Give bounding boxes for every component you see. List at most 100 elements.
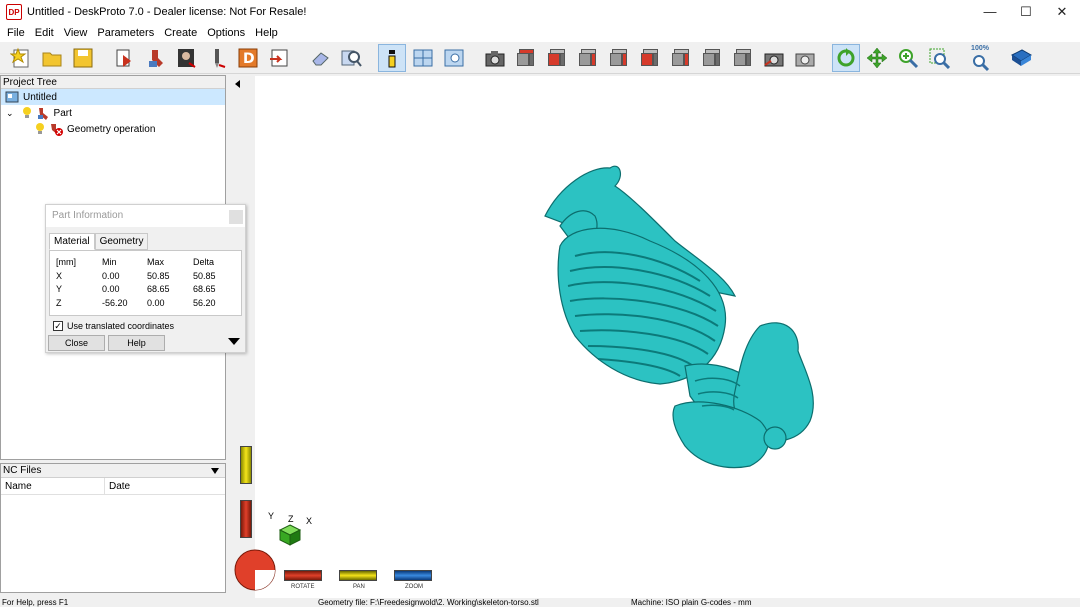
pan-mode-button[interactable] [863, 44, 891, 72]
zoom-fit-icon [973, 54, 990, 71]
dialog-close-box[interactable] [229, 210, 243, 224]
tree-item-part[interactable]: ⌄ Part [1, 105, 225, 121]
view-back-button[interactable] [636, 44, 664, 72]
rotate-gauge[interactable] [284, 570, 322, 581]
menu-parameters[interactable]: Parameters [92, 27, 159, 39]
menu-edit[interactable]: Edit [30, 27, 59, 39]
rotate-mode-button[interactable] [832, 43, 860, 72]
zoom-window-button[interactable] [925, 44, 953, 72]
header-delta: Delta [193, 257, 215, 267]
layout-button[interactable] [409, 44, 437, 72]
export-button[interactable] [265, 44, 293, 72]
table-row: X 0.00 50.85 50.85 [50, 271, 241, 285]
menu-options[interactable]: Options [202, 27, 250, 39]
view-right-button[interactable] [574, 44, 602, 72]
tool-button[interactable] [203, 44, 231, 72]
cube-front-view-icon [548, 48, 566, 67]
camera-restore-button[interactable] [760, 44, 788, 72]
close-button[interactable]: Close [48, 335, 105, 351]
tree-item-project[interactable]: Untitled [1, 89, 225, 105]
help-book-button[interactable] [1007, 44, 1035, 72]
cube-iso-alt-view-icon [734, 48, 752, 67]
zoom-gauge[interactable] [394, 570, 432, 581]
help-book-icon [1011, 48, 1032, 66]
camera-restore-icon [764, 53, 784, 66]
zoom-in-icon [899, 48, 919, 68]
expand-chevron-icon[interactable]: ⌄ [6, 108, 14, 119]
tab-geometry[interactable]: Geometry [94, 233, 149, 250]
tool-icon [215, 48, 226, 68]
drawing-button[interactable]: D [234, 44, 262, 72]
zoom-100-button[interactable]: 100% [966, 44, 994, 72]
camera-save-icon [795, 53, 815, 66]
eraser-icon [312, 51, 329, 65]
translated-coords-checkbox[interactable]: ✓ [53, 321, 63, 331]
zoom-window-icon [929, 48, 950, 69]
dialog-title-bar[interactable]: Part Information [46, 205, 245, 227]
pan-arrows-icon [866, 47, 888, 68]
lightbulb-icon[interactable] [22, 107, 32, 119]
tree-item-geometry-operation[interactable]: Geometry operation [1, 121, 225, 137]
cube-top-view-icon [517, 48, 535, 67]
column-header-name[interactable]: Name [1, 478, 105, 494]
view-iso3-button[interactable] [729, 44, 757, 72]
save-project-button[interactable] [69, 44, 97, 72]
help-button[interactable]: Help [108, 335, 165, 351]
operation-error-icon [51, 124, 63, 136]
snapshot-button[interactable] [481, 44, 509, 72]
cube-right-view-icon [579, 48, 597, 67]
view-iso2-button[interactable] [698, 44, 726, 72]
zoom-mode-button[interactable] [894, 44, 922, 72]
part-parameters-button[interactable] [141, 44, 169, 72]
view-front-button[interactable] [543, 44, 571, 72]
preview-button[interactable] [440, 44, 468, 72]
tree-item-label: Part [53, 107, 72, 119]
part-info-button[interactable] [378, 43, 406, 72]
header-max: Max [147, 257, 165, 267]
cube-left-view-icon [610, 48, 628, 67]
view-iso-button[interactable] [512, 44, 540, 72]
part-information-dialog: Part Information Material Geometry [mm] … [45, 204, 246, 353]
menu-file[interactable]: File [2, 27, 30, 39]
dialog-tabs: Material Geometry [46, 227, 245, 250]
rotate-dial-icon[interactable] [233, 548, 277, 592]
menu-help[interactable]: Help [250, 27, 283, 39]
camera-icon [485, 50, 505, 66]
vertical-rotate-gauge[interactable] [240, 500, 252, 538]
menu-view[interactable]: View [59, 27, 93, 39]
project-tree-header: Project Tree [1, 76, 225, 89]
view-bottom-button[interactable] [667, 44, 695, 72]
dropdown-arrow-icon[interactable] [211, 468, 219, 474]
vertical-zoom-gauge[interactable] [240, 446, 252, 484]
column-header-date[interactable]: Date [105, 478, 225, 494]
view-left-button[interactable] [605, 44, 633, 72]
open-project-button[interactable] [38, 44, 66, 72]
minimize-button[interactable]: — [972, 0, 1008, 24]
pan-gauge[interactable] [339, 570, 377, 581]
new-project-button[interactable] [7, 44, 35, 72]
translated-coords-option[interactable]: ✓ Use translated coordinates [53, 321, 245, 331]
save-icon [73, 48, 93, 67]
rotate-icon [837, 47, 855, 66]
expand-down-arrow-icon[interactable] [228, 338, 240, 345]
tab-material[interactable]: Material [49, 233, 95, 250]
delta-cell: 50.85 [193, 270, 216, 281]
load-geometry-button[interactable] [110, 44, 138, 72]
axis-cube-icon [278, 524, 302, 546]
camera-save-button[interactable] [791, 44, 819, 72]
inspect-button[interactable] [337, 44, 365, 72]
menu-create[interactable]: Create [159, 27, 202, 39]
axis-label-y: Y [268, 511, 275, 521]
folder-icon [42, 52, 62, 66]
3d-viewport[interactable]: Y Z X ROTATE PAN ZOOM [230, 76, 1080, 598]
erase-button[interactable] [306, 44, 334, 72]
tree-item-label: Untitled [23, 91, 57, 103]
maximize-button[interactable]: ☐ [1008, 0, 1044, 24]
zoom-percent-label: 100% [971, 44, 989, 52]
close-window-button[interactable]: ✕ [1044, 0, 1080, 24]
axis-cell: X [56, 270, 63, 281]
lightbulb-icon[interactable] [35, 123, 45, 135]
bitmap-button[interactable] [172, 44, 200, 72]
pan-gauge-label: PAN [353, 584, 365, 590]
geometry-load-icon [116, 49, 131, 67]
